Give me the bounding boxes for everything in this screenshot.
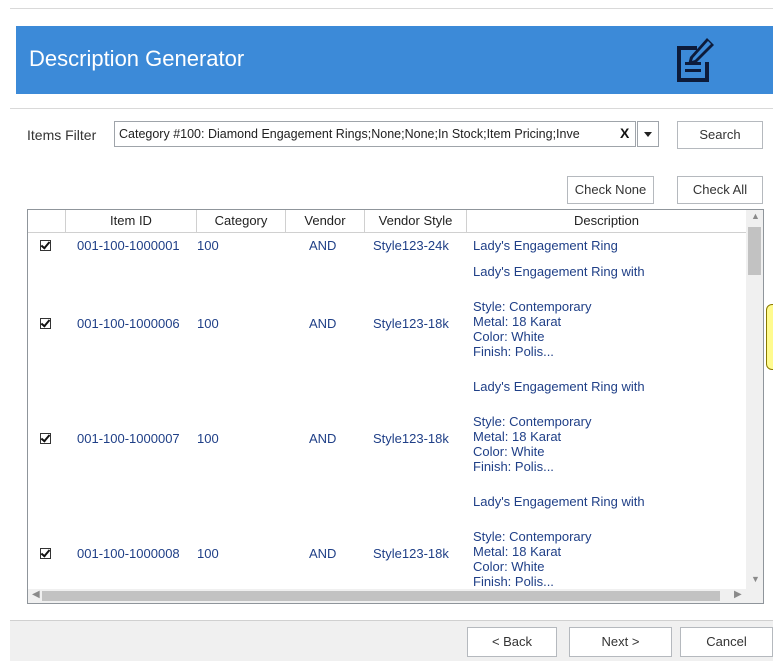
clear-filter-icon[interactable]: X xyxy=(620,125,629,141)
scroll-right-icon[interactable]: ▶ xyxy=(734,589,742,600)
description-line: Color: White xyxy=(473,329,545,344)
edit-document-icon xyxy=(677,38,714,82)
items-grid[interactable]: Item ID Category Vendor Vendor Style Des… xyxy=(27,209,764,604)
cancel-button[interactable]: Cancel xyxy=(680,627,773,657)
column-header-item-id[interactable]: Item ID xyxy=(66,213,196,228)
column-header-description[interactable]: Description xyxy=(467,213,746,228)
row-checkbox[interactable] xyxy=(40,240,51,251)
next-button[interactable]: Next > xyxy=(569,627,672,657)
horizontal-scrollbar[interactable]: ◀ ▶ xyxy=(28,589,746,603)
description-cell[interactable]: Lady's Engagement Ring xyxy=(473,238,618,253)
description-line: Style: Contemporary xyxy=(473,414,592,429)
category-cell[interactable]: 100 xyxy=(197,238,219,253)
column-header-vendor[interactable]: Vendor xyxy=(286,213,364,228)
description-line: Metal: 18 Karat xyxy=(473,544,562,559)
item-id-cell[interactable]: 001-100-1000007 xyxy=(77,431,180,446)
column-header-category[interactable]: Category xyxy=(197,213,285,228)
description-cell[interactable]: Lady's Engagement Ring with xyxy=(473,494,645,509)
items-filter-input[interactable]: Category #100: Diamond Engagement Rings;… xyxy=(114,121,636,147)
filter-dropdown-button[interactable] xyxy=(637,121,659,147)
description-cell[interactable]: Lady's Engagement Ring with xyxy=(473,264,645,279)
description-line: Finish: Polis... xyxy=(473,459,554,474)
description-line: Finish: Polis... xyxy=(473,574,554,589)
scroll-down-icon[interactable]: ▼ xyxy=(751,574,760,584)
grid-rows: 001-100-1000001 100 AND Style123-24k Lad… xyxy=(28,233,746,589)
item-id-cell[interactable]: 001-100-1000006 xyxy=(77,316,180,331)
items-filter-value: Category #100: Diamond Engagement Rings;… xyxy=(119,127,580,141)
search-button[interactable]: Search xyxy=(677,121,763,149)
grid-header: Item ID Category Vendor Vendor Style Des… xyxy=(28,210,746,233)
vendor-cell[interactable]: AND xyxy=(309,316,336,331)
row-checkbox[interactable] xyxy=(40,433,51,444)
check-none-button[interactable]: Check None xyxy=(567,176,654,204)
scroll-up-icon[interactable]: ▲ xyxy=(751,211,760,221)
vertical-scroll-thumb[interactable] xyxy=(748,227,761,275)
column-header-vendor-style[interactable]: Vendor Style xyxy=(365,213,466,228)
header-divider xyxy=(10,108,773,109)
vendor-style-cell[interactable]: Style123-18k xyxy=(373,431,449,446)
horizontal-scroll-thumb[interactable] xyxy=(42,591,720,601)
scrollbar-corner xyxy=(746,589,763,603)
items-filter-label: Items Filter xyxy=(27,127,97,143)
wizard-header: Description Generator xyxy=(16,26,773,94)
description-line: Metal: 18 Karat xyxy=(473,429,562,444)
description-cell[interactable]: Lady's Engagement Ring with xyxy=(473,379,645,394)
category-cell[interactable]: 100 xyxy=(197,431,219,446)
category-cell[interactable]: 100 xyxy=(197,316,219,331)
check-all-button[interactable]: Check All xyxy=(677,176,763,204)
back-button[interactable]: < Back xyxy=(467,627,557,657)
item-id-cell[interactable]: 001-100-1000008 xyxy=(77,546,180,561)
description-line: Metal: 18 Karat xyxy=(473,314,562,329)
description-line: Color: White xyxy=(473,444,545,459)
scroll-left-icon[interactable]: ◀ xyxy=(32,589,40,600)
row-checkbox[interactable] xyxy=(40,318,51,329)
vendor-style-cell[interactable]: Style123-18k xyxy=(373,546,449,561)
item-id-cell[interactable]: 001-100-1000001 xyxy=(77,238,180,253)
description-line: Style: Contemporary xyxy=(473,299,592,314)
row-checkbox[interactable] xyxy=(40,548,51,559)
wizard-title: Description Generator xyxy=(29,46,245,71)
description-line: Style: Contemporary xyxy=(473,529,592,544)
description-line: Color: White xyxy=(473,559,545,574)
top-divider xyxy=(10,8,773,9)
chevron-down-icon xyxy=(644,132,652,137)
vendor-cell[interactable]: AND xyxy=(309,238,336,253)
vendor-style-cell[interactable]: Style123-24k xyxy=(373,238,449,253)
vendor-cell[interactable]: AND xyxy=(309,431,336,446)
vendor-cell[interactable]: AND xyxy=(309,546,336,561)
side-panel-tab[interactable] xyxy=(766,304,773,370)
category-cell[interactable]: 100 xyxy=(197,546,219,561)
vendor-style-cell[interactable]: Style123-18k xyxy=(373,316,449,331)
vertical-scrollbar[interactable]: ▲ ▼ xyxy=(746,210,763,589)
description-line: Finish: Polis... xyxy=(473,344,554,359)
